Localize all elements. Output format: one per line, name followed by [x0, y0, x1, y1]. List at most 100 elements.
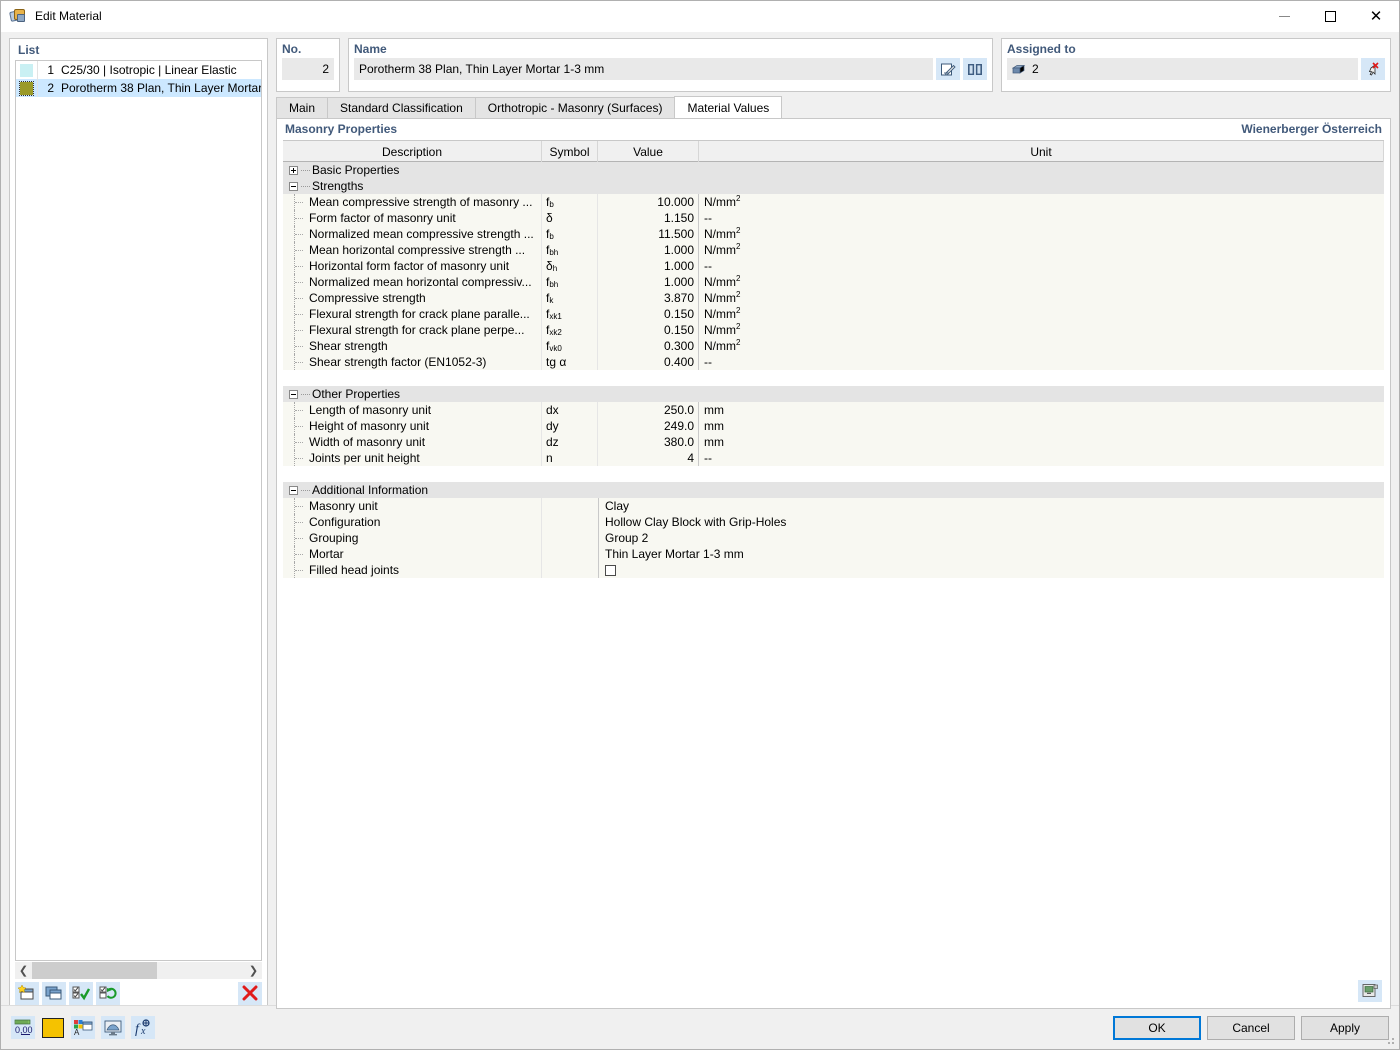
assigned-to-input[interactable]: 2 — [1007, 58, 1358, 80]
scroll-left-icon[interactable]: ❮ — [15, 961, 32, 979]
table-row[interactable]: Configuration Hollow Clay Block with Gri… — [283, 514, 1384, 530]
apply-button[interactable]: Apply — [1301, 1015, 1389, 1040]
table-row[interactable]: Form factor of masonry unit δ 1.150 -- — [283, 210, 1384, 226]
scroll-right-icon[interactable]: ❯ — [245, 961, 262, 979]
row-description: Height of masonry unit — [283, 418, 542, 434]
filled-head-joints-checkbox[interactable] — [605, 564, 616, 576]
table-row[interactable]: Shear strength factor (EN1052-3) tg α 0.… — [283, 354, 1384, 370]
material-color-swatch — [20, 63, 33, 77]
row-symbol: n — [542, 450, 598, 466]
scrollbar-track[interactable] — [32, 961, 245, 979]
grid-options-button[interactable] — [1358, 980, 1382, 1002]
table-row[interactable]: Masonry unit Clay — [283, 498, 1384, 514]
table-row[interactable]: Normalized mean compressive strength ...… — [283, 226, 1384, 242]
row-value[interactable]: 1.150 — [598, 210, 699, 226]
row-value[interactable]: 0.150 — [598, 306, 699, 322]
rename-button[interactable]: A — [71, 1016, 95, 1039]
tab-orthotropic-masonry-surfaces[interactable]: Orthotropic - Masonry (Surfaces) — [474, 97, 676, 118]
table-row[interactable]: Mean compressive strength of masonry ...… — [283, 194, 1384, 210]
row-value[interactable]: Thin Layer Mortar 1-3 mm — [599, 546, 1384, 562]
row-symbol: f xk2 — [542, 322, 598, 338]
row-value[interactable]: 249.0 — [598, 418, 699, 434]
group-row-strengths[interactable]: Strengths — [283, 178, 1384, 194]
edit-name-icon[interactable] — [936, 58, 960, 80]
row-value[interactable]: 3.870 — [598, 290, 699, 306]
row-value[interactable]: 0.400 — [598, 354, 699, 370]
row-value[interactable]: 1.000 — [598, 274, 699, 290]
table-row[interactable]: Mortar Thin Layer Mortar 1-3 mm — [283, 546, 1384, 562]
row-unit: N/mm 2 — [704, 306, 741, 321]
new-material-button[interactable] — [15, 981, 39, 1005]
column-header-symbol[interactable]: Symbol — [542, 141, 598, 162]
scrollbar-thumb[interactable] — [32, 961, 157, 979]
collapse-icon[interactable] — [289, 389, 298, 399]
column-header-value[interactable]: Value — [598, 141, 699, 162]
name-input[interactable]: Porotherm 38 Plan, Thin Layer Mortar 1-3… — [354, 58, 933, 80]
group-row-other-properties[interactable]: Other Properties — [283, 386, 1384, 402]
table-row[interactable]: Width of masonry unit dz 380.0 mm — [283, 434, 1384, 450]
row-value[interactable]: 0.300 — [598, 338, 699, 354]
row-value[interactable]: 10.000 — [598, 194, 699, 210]
table-row[interactable]: Horizontal form factor of masonry unit δ… — [283, 258, 1384, 274]
ok-button[interactable]: OK — [1113, 1015, 1201, 1040]
row-value[interactable]: 1.000 — [598, 242, 699, 258]
material-color-swatch — [19, 80, 34, 96]
row-unit: N/mm 2 — [704, 338, 741, 353]
expand-icon[interactable] — [289, 165, 298, 175]
copy-material-button[interactable] — [42, 981, 66, 1005]
refresh-selection-button[interactable] — [96, 981, 120, 1005]
list-panel-title: List — [18, 43, 40, 57]
section-header: Masonry Properties Wienerberger Österrei… — [277, 119, 1390, 140]
row-value[interactable]: 1.000 — [598, 258, 699, 274]
row-value[interactable]: 11.500 — [598, 226, 699, 242]
list-horizontal-scrollbar[interactable]: ❮ ❯ — [15, 961, 262, 979]
row-value[interactable]: Hollow Clay Block with Grip-Holes — [599, 514, 1384, 530]
row-value[interactable]: 380.0 — [598, 434, 699, 450]
table-row[interactable]: Compressive strength fk 3.870 N/mm 2 — [283, 290, 1384, 306]
table-row[interactable]: Normalized mean horizontal compressiv...… — [283, 274, 1384, 290]
list-item[interactable]: 2 Porotherm 38 Plan, Thin Layer Mortar 1… — [16, 79, 261, 97]
material-values-panel: Masonry Properties Wienerberger Österrei… — [276, 119, 1391, 1009]
color-swatch-button[interactable] — [41, 1016, 65, 1039]
row-value[interactable]: 0.150 — [598, 322, 699, 338]
tab-main[interactable]: Main — [276, 97, 329, 118]
group-row-additional-information[interactable]: Additional Information — [283, 482, 1384, 498]
close-icon[interactable]: ✕ — [1353, 1, 1399, 32]
row-value[interactable]: Clay — [599, 498, 1384, 514]
maximize-icon[interactable] — [1307, 1, 1353, 32]
detail-panel: No. 2 Name Porotherm 38 Plan, Thin Layer… — [276, 38, 1391, 1009]
row-value[interactable]: 250.0 — [598, 402, 699, 418]
list-item[interactable]: 1 C25/30 | Isotropic | Linear Elastic — [16, 61, 261, 79]
table-row[interactable]: Shear strength f vk0 0.300 N/mm 2 — [283, 338, 1384, 354]
column-header-description[interactable]: Description — [283, 141, 542, 162]
column-header-unit[interactable]: Unit — [699, 141, 1384, 162]
select-all-button[interactable] — [69, 981, 93, 1005]
table-row[interactable]: Mean horizontal compressive strength ...… — [283, 242, 1384, 258]
tab-material-values[interactable]: Material Values — [674, 96, 783, 118]
display-properties-button[interactable] — [101, 1016, 125, 1039]
table-row[interactable]: Flexural strength for crack plane perpe.… — [283, 322, 1384, 338]
clear-assignment-icon[interactable] — [1361, 58, 1385, 80]
table-row[interactable]: Flexural strength for crack plane parall… — [283, 306, 1384, 322]
resize-grip[interactable] — [1384, 1034, 1396, 1046]
group-row-basic-properties[interactable]: Basic Properties — [283, 162, 1384, 178]
table-row[interactable]: Grouping Group 2 — [283, 530, 1384, 546]
row-value[interactable]: Group 2 — [599, 530, 1384, 546]
tab-standard-classification[interactable]: Standard Classification — [327, 97, 476, 118]
delete-material-button[interactable] — [238, 981, 262, 1005]
decimal-places-button[interactable]: 0,00 — [11, 1016, 35, 1039]
collapse-icon[interactable] — [289, 485, 298, 495]
no-input[interactable]: 2 — [282, 58, 334, 80]
minimize-icon[interactable] — [1261, 1, 1307, 32]
table-row[interactable]: Height of masonry unit dy 249.0 mm — [283, 418, 1384, 434]
table-row[interactable]: Joints per unit height n 4 -- — [283, 450, 1384, 466]
row-value[interactable] — [599, 562, 1384, 578]
library-icon[interactable] — [963, 58, 987, 80]
table-row[interactable]: Length of masonry unit dx 250.0 mm — [283, 402, 1384, 418]
cancel-button[interactable]: Cancel — [1207, 1015, 1295, 1040]
material-list[interactable]: 1 C25/30 | Isotropic | Linear Elastic 2 … — [15, 60, 262, 961]
row-value[interactable]: 4 — [598, 450, 699, 466]
table-row[interactable]: Filled head joints — [283, 562, 1384, 578]
formula-button[interactable]: f x — [131, 1016, 155, 1039]
collapse-icon[interactable] — [289, 181, 298, 191]
